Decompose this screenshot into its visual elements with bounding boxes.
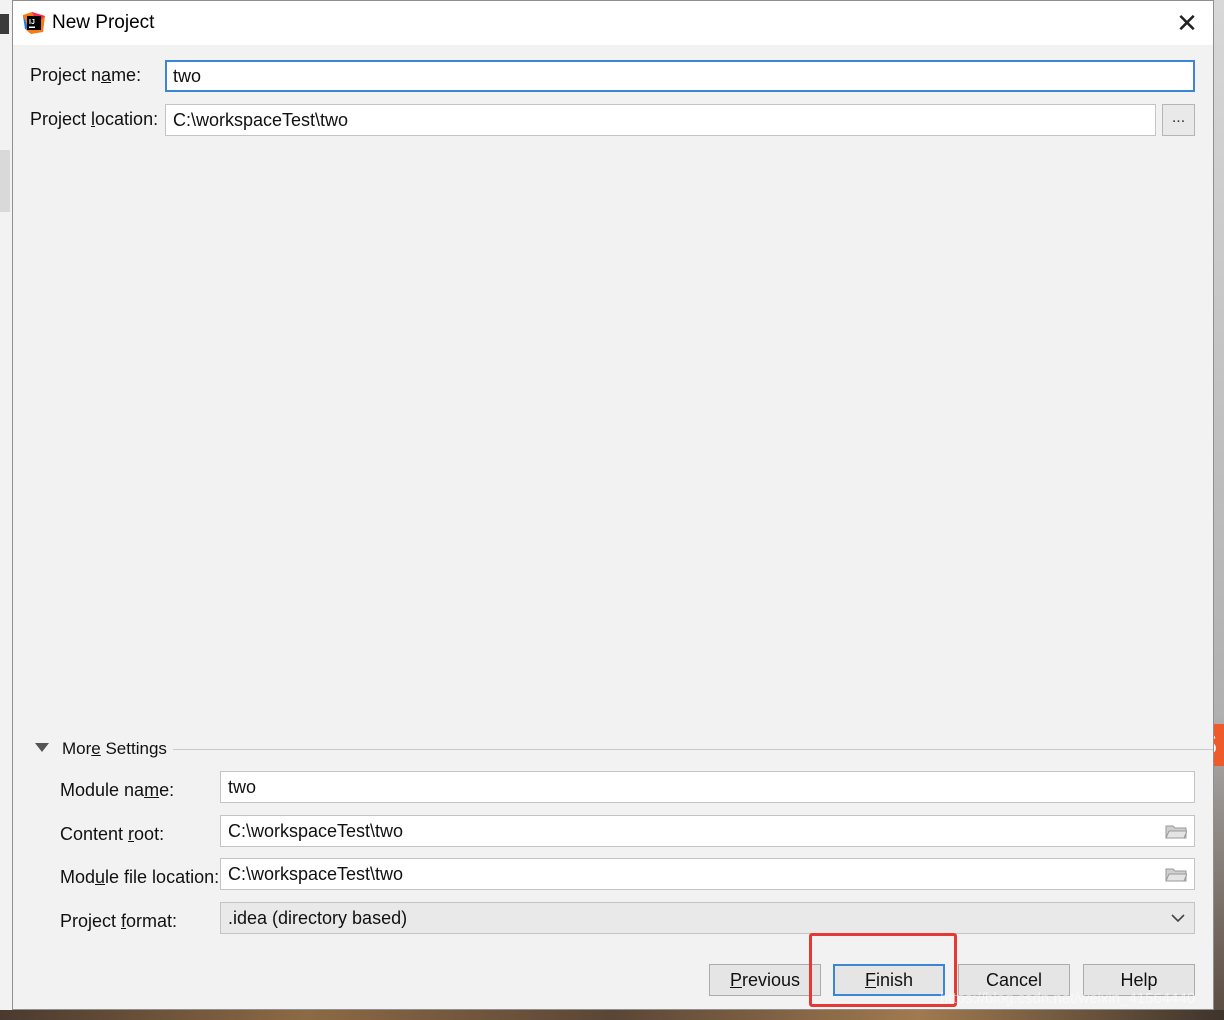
project-location-label: Project location: [30,109,159,129]
expand-triangle-icon[interactable] [35,743,49,752]
module-file-location-input[interactable]: C:\workspaceTest\two [220,858,1195,890]
svg-text:IJ: IJ [29,19,35,26]
finish-highlight-annotation [809,933,957,1007]
project-name-input[interactable]: two [165,60,1195,92]
background-window-edge-right [1214,0,1224,1020]
title-bar: IJ New Project ✕ [13,1,1213,45]
background-selection [0,150,10,212]
content-root-input[interactable]: C:\workspaceTest\two [220,815,1195,847]
project-name-label: Project name: [30,65,142,85]
close-icon[interactable]: ✕ [1167,7,1207,39]
more-settings-toggle[interactable]: More Settings [62,739,167,759]
intellij-idea-icon: IJ [23,12,45,34]
module-file-location-label: Module file location: [60,867,220,887]
chevron-down-icon [1171,914,1185,923]
project-format-label: Project format: [60,911,178,931]
new-project-dialog: IJ New Project ✕ Project name: two Proje… [12,0,1214,1010]
previous-button[interactable]: Previous [709,964,821,996]
module-name-label: Module name: [60,780,175,800]
watermark-text: https://blog.csdn.net/weixin_41564440 [940,990,1196,1007]
project-location-input[interactable]: C:\workspaceTest\two [165,104,1156,136]
project-format-select[interactable]: .idea (directory based) [220,902,1195,934]
project-format-value: .idea (directory based) [228,908,408,928]
desktop-wallpaper [0,1010,1224,1020]
background-window-chip [0,14,9,34]
folder-icon[interactable] [1165,866,1187,882]
content-root-label: Content root: [60,824,165,844]
section-divider [173,749,1213,750]
browse-button[interactable]: ... [1162,104,1195,136]
module-name-input[interactable]: two [220,771,1195,803]
dialog-title: New Project [52,12,155,33]
folder-icon[interactable] [1165,823,1187,839]
